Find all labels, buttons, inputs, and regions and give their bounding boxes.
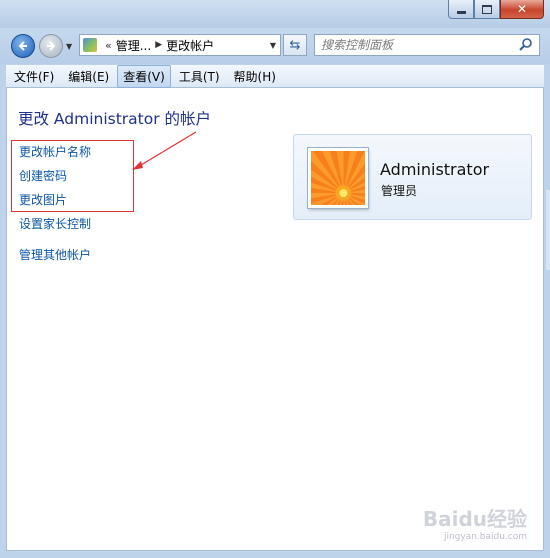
address-bar[interactable]: « 管理... ▶ 更改帐户 ▼ (79, 34, 281, 56)
refresh-icon: ⇆ (289, 37, 301, 53)
menu-edit[interactable]: 编辑(E) (62, 65, 115, 88)
forward-button[interactable] (39, 34, 63, 58)
search-box[interactable] (314, 34, 540, 56)
watermark: Baidu经验 jingyan.baidu.com (423, 503, 527, 542)
close-icon: ✕ (516, 2, 528, 16)
control-panel-icon (83, 38, 97, 52)
breadcrumb-separator-icon[interactable]: ▶ (155, 40, 162, 50)
breadcrumb-item[interactable]: 管理... (116, 37, 151, 54)
account-card: Administrator 管理员 (293, 134, 532, 220)
task-link-change-account-name[interactable]: 更改帐户名称 (19, 143, 91, 160)
forward-arrow-icon (47, 41, 56, 51)
search-input[interactable] (315, 37, 518, 53)
content-pane: 更改 Administrator 的帐户 更改帐户名称 创建密码 更改图片 设置… (6, 88, 544, 551)
task-link-change-picture[interactable]: 更改图片 (19, 191, 67, 208)
task-link-manage-other-accounts[interactable]: 管理其他帐户 (19, 246, 91, 263)
title-bar: ✕ (0, 0, 550, 28)
refresh-button[interactable]: ⇆ (283, 34, 307, 56)
account-role: 管理员 (381, 184, 418, 198)
page-title: 更改 Administrator 的帐户 (18, 110, 212, 128)
task-link-parental-controls[interactable]: 设置家长控制 (19, 215, 91, 232)
task-link-create-password[interactable]: 创建密码 (19, 167, 67, 184)
breadcrumb-overflow[interactable]: « (105, 39, 112, 52)
maximize-icon (482, 4, 492, 14)
watermark-brand: Baidu经验 (422, 507, 527, 531)
maximize-button[interactable] (474, 0, 500, 19)
breadcrumb-item[interactable]: 更改帐户 (166, 37, 214, 54)
back-button[interactable] (11, 34, 35, 58)
window-edge-strip (546, 190, 550, 270)
navigation-bar: ▼ « 管理... ▶ 更改帐户 ▼ ⇆ (0, 28, 550, 64)
recent-pages-dropdown-icon[interactable]: ▼ (66, 42, 72, 51)
menu-help[interactable]: 帮助(H) (228, 65, 282, 88)
close-button[interactable]: ✕ (500, 0, 544, 19)
avatar (308, 148, 368, 208)
minimize-icon (456, 10, 466, 14)
menu-file[interactable]: 文件(F) (8, 65, 60, 88)
minimize-button[interactable] (448, 0, 474, 19)
caption-buttons: ✕ (448, 0, 544, 20)
menu-bar: 文件(F) 编辑(E) 查看(V) 工具(T) 帮助(H) (6, 64, 544, 88)
account-name: Administrator (380, 160, 490, 179)
annotation-arrow-icon (132, 131, 197, 170)
menu-view[interactable]: 查看(V) (117, 64, 171, 88)
back-arrow-icon (18, 41, 27, 51)
watermark-url: jingyan.baidu.com (443, 532, 527, 542)
menu-tools[interactable]: 工具(T) (173, 65, 226, 88)
search-icon[interactable] (518, 37, 534, 53)
address-dropdown-icon[interactable]: ▼ (270, 41, 276, 50)
